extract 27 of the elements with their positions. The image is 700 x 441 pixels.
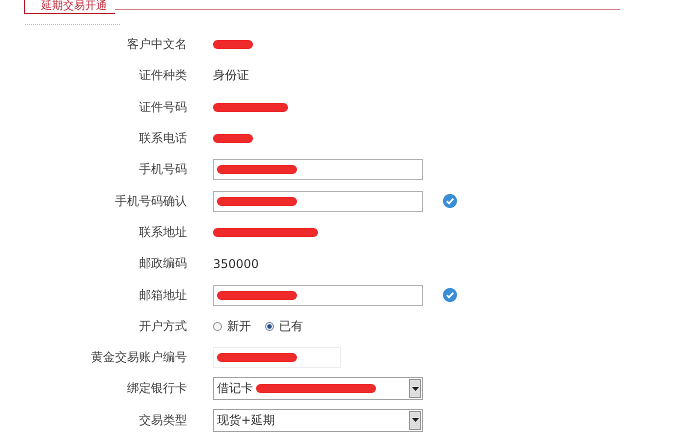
field-label: 证件号码 (138, 98, 187, 116)
dropdown[interactable]: 借记卡 (213, 377, 423, 400)
field-label: 手机号码确认 (114, 192, 187, 210)
field-label: 黄金交易账户编号 (90, 349, 187, 366)
input-field[interactable] (213, 190, 423, 212)
field-label: 绑定银行卡 (126, 380, 187, 398)
section-title: 延期交易开通 (41, 0, 107, 12)
field-value: 350000 (213, 256, 259, 271)
field-label: 邮箱地址 (138, 286, 187, 304)
redaction-mark (213, 40, 253, 50)
radio-option[interactable]: 新开 (213, 318, 251, 335)
dropdown[interactable]: 现货+延期 (213, 408, 423, 432)
field-label: 邮政编码 (138, 255, 187, 272)
redaction-mark (213, 134, 253, 144)
input-field[interactable] (213, 284, 423, 306)
input-field[interactable] (213, 159, 423, 180)
field-label: 联系地址 (138, 224, 187, 241)
field-label: 开户方式 (138, 318, 187, 335)
dropdown-value: 现货+延期 (217, 412, 276, 429)
field-label: 交易类型 (138, 412, 187, 429)
field-label: 手机号码 (138, 161, 187, 178)
field-label: 证件种类 (138, 67, 187, 84)
radio-option[interactable]: 已有 (265, 318, 303, 335)
field-value: 身份证 (213, 67, 249, 84)
field-label: 联系电话 (138, 130, 187, 148)
field-label: 客户中文名 (126, 36, 187, 54)
dropdown-value: 借记卡 (217, 380, 253, 398)
